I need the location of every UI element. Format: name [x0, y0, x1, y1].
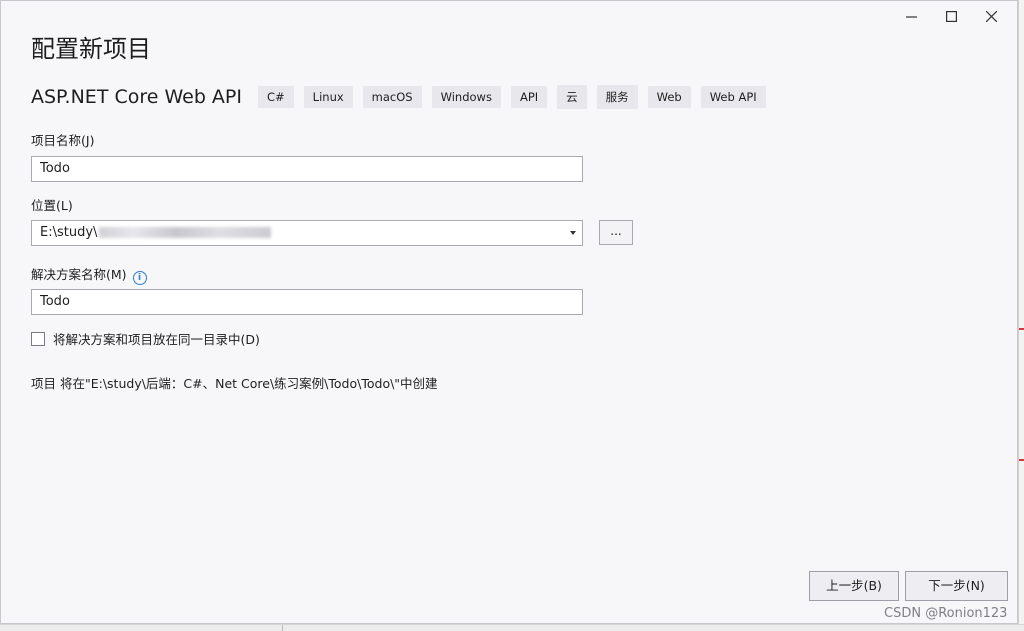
window-controls — [891, 1, 1011, 31]
background-marker — [1019, 328, 1024, 330]
next-button[interactable]: 下一步(N) — [905, 571, 1008, 601]
project-name-input[interactable]: Todo — [31, 156, 583, 182]
tag-windows: Windows — [431, 86, 501, 108]
tag-cloud: 云 — [557, 85, 587, 109]
tag-web: Web — [647, 86, 691, 108]
same-directory-label: 将解决方案和项目放在同一目录中(D) — [53, 332, 260, 347]
solution-name-label: 解决方案名称(M) — [31, 267, 127, 282]
creation-path-note: 项目 将在"E:\study\后端：C#、Net Core\练习案例\Todo\… — [31, 376, 438, 391]
solution-name-input[interactable]: Todo — [31, 289, 583, 315]
tag-macos: macOS — [362, 86, 422, 108]
same-directory-checkbox[interactable] — [31, 331, 45, 346]
tag-linux: Linux — [303, 86, 353, 108]
location-value: E:\study\ — [40, 225, 98, 240]
tag-csharp: C# — [258, 86, 294, 108]
background-marker — [1019, 459, 1024, 461]
tag-service: 服务 — [596, 85, 638, 109]
back-button[interactable]: 上一步(B) — [809, 571, 899, 601]
location-combobox[interactable]: E:\study\ — [31, 220, 583, 246]
template-name: ASP.NET Core Web API — [31, 86, 242, 108]
solution-name-label-row: 解决方案名称(M) i — [31, 264, 147, 285]
same-directory-option[interactable]: 将解决方案和项目放在同一目录中(D) — [31, 329, 260, 348]
close-icon[interactable] — [971, 1, 1011, 31]
watermark: CSDN @Ronion123 — [884, 606, 1008, 621]
background-window-edge — [1018, 0, 1024, 630]
location-label: 位置(L) — [31, 198, 73, 213]
project-name-label: 项目名称(J) — [31, 133, 95, 148]
tag-web-api: Web API — [700, 86, 766, 108]
page-title: 配置新项目 — [31, 35, 151, 63]
chevron-down-icon[interactable] — [570, 231, 576, 235]
redacted-path — [99, 227, 272, 238]
template-header: ASP.NET Core Web API C# Linux macOS Wind… — [31, 85, 776, 109]
configure-project-dialog: 配置新项目 ASP.NET Core Web API C# Linux macO… — [0, 0, 1018, 624]
maximize-icon[interactable] — [931, 1, 971, 31]
tag-api: API — [510, 86, 548, 108]
minimize-icon[interactable] — [891, 1, 931, 31]
background-divider — [282, 625, 283, 631]
info-icon[interactable]: i — [132, 271, 147, 285]
browse-button[interactable]: ... — [599, 220, 633, 245]
